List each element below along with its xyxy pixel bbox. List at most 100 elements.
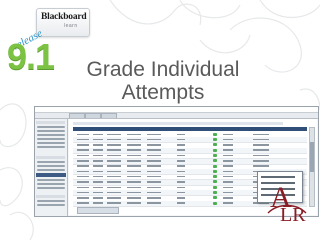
grade-cell (223, 144, 233, 146)
attempt-status-icon (213, 138, 217, 142)
grade-cell (127, 191, 141, 194)
grade-cell (253, 138, 269, 141)
grade-cell (223, 133, 233, 135)
grade-cell (177, 191, 185, 194)
attempt-status-icon (213, 185, 217, 189)
grade-cell (223, 160, 233, 162)
grade-cell (93, 186, 103, 188)
grade-cell (253, 149, 269, 151)
brand-tagline: learn (64, 23, 78, 29)
alr-logo: A LR (266, 183, 310, 235)
grade-cell (77, 149, 89, 151)
grade-cell (127, 175, 141, 178)
grade-cell (93, 191, 103, 194)
grade-cell (177, 202, 185, 204)
grade-cell (127, 181, 141, 183)
grade-cell (107, 160, 121, 162)
grade-cell (107, 181, 121, 183)
grade-cell (223, 175, 233, 178)
sidebar-item (37, 169, 65, 171)
grade-cell (253, 165, 269, 167)
sidebar-item (37, 204, 65, 206)
grade-cell (253, 144, 269, 146)
grade-cell (147, 165, 161, 167)
sidebar-item (37, 130, 65, 132)
grade-cell (93, 160, 103, 162)
grade-cell (107, 191, 121, 194)
grade-cell (77, 144, 89, 146)
grade-cell (107, 165, 121, 167)
attempt-status-icon (213, 201, 217, 205)
attempt-status-icon (213, 159, 217, 163)
grade-cell (77, 138, 89, 141)
grade-cell (223, 181, 233, 183)
grade-cell (107, 144, 121, 146)
grade-cell (127, 165, 141, 167)
grade-cell (127, 149, 141, 151)
grade-cell (253, 160, 269, 162)
grade-cell (77, 181, 89, 183)
grade-cell (177, 154, 185, 157)
grade-cell (223, 154, 233, 157)
attempt-status-icon (213, 164, 217, 168)
sidebar-item (37, 126, 65, 128)
sidebar-item (37, 161, 65, 163)
grade-cell (177, 181, 185, 183)
sidebar-item (37, 187, 65, 189)
grade-cell (147, 191, 161, 194)
sidebar-item (37, 146, 65, 148)
grade-cell (223, 170, 233, 173)
grade-cell (177, 144, 185, 146)
sidebar-item (37, 165, 65, 167)
brand-name: Blackboard (41, 12, 87, 22)
grade-cell (93, 197, 103, 199)
grade-cell (223, 191, 233, 194)
grade-cell (93, 202, 103, 204)
grade-cell (93, 181, 103, 183)
screenshot-sidebar (35, 119, 68, 216)
grade-cell (147, 197, 161, 199)
grade-cell (93, 170, 103, 173)
grade-cell (77, 202, 89, 204)
grade-cell (93, 149, 103, 151)
sidebar-item (37, 183, 65, 185)
grade-cell (77, 186, 89, 188)
grade-cell (147, 202, 161, 204)
attempt-status-icon (213, 191, 217, 195)
grade-cell (127, 202, 141, 204)
grade-cell (107, 133, 121, 135)
grade-cell (177, 133, 185, 135)
grade-cell (127, 186, 141, 188)
grade-cell (147, 144, 161, 146)
grade-cell (107, 186, 121, 188)
grade-cell (223, 186, 233, 188)
sidebar-item (37, 142, 65, 144)
grade-cell (223, 202, 233, 204)
grade-cell (127, 144, 141, 146)
sidebar-item (37, 134, 65, 136)
sidebar-item-selected (36, 173, 66, 177)
grade-cell (93, 138, 103, 141)
grade-cell (147, 160, 161, 162)
grade-cell (93, 133, 103, 135)
grade-cell (77, 165, 89, 167)
grade-cell (253, 133, 269, 135)
grade-cell (177, 160, 185, 162)
grade-cell (107, 202, 121, 204)
attempt-status-icon (213, 196, 217, 200)
grade-cell (127, 154, 141, 157)
grade-cell (77, 154, 89, 157)
grade-cell (147, 175, 161, 178)
grade-cell (147, 186, 161, 188)
grade-cell (177, 165, 185, 167)
grade-cell (107, 175, 121, 178)
grade-cell (147, 133, 161, 135)
context-menu-item (261, 176, 295, 178)
grade-cell (223, 197, 233, 199)
attempt-status-icon (213, 132, 217, 136)
grade-cell (107, 138, 121, 141)
attempt-status-icon (213, 143, 217, 147)
grade-cell (93, 175, 103, 178)
sidebar-section (36, 121, 65, 124)
grade-cell (147, 149, 161, 151)
